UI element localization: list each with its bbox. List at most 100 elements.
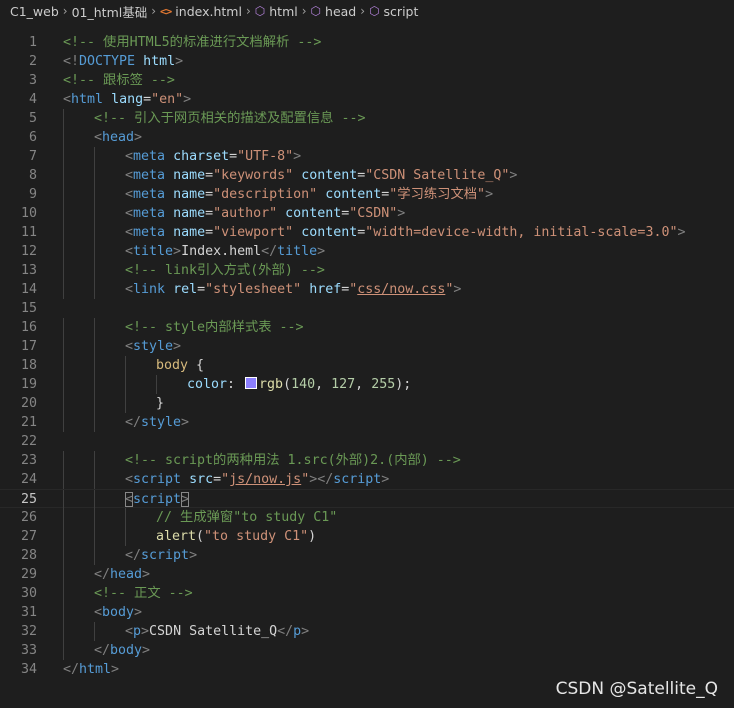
code-line[interactable]: 15 (0, 299, 734, 318)
line-text: <html lang="en"> (63, 90, 191, 109)
code-line[interactable]: 1 <!-- 使用HTML5的标准进行文档解析 --> (0, 33, 734, 52)
code-line[interactable]: 24 <script src="js/now.js"></script> (0, 470, 734, 489)
code-token: = (205, 225, 214, 240)
code-token: "UTF-8" (237, 149, 294, 164)
code-line[interactable]: 29 </head> (0, 565, 734, 584)
indent-guide (63, 584, 64, 603)
code-line[interactable]: 8 <meta name="keywords" content="CSDN Sat… (0, 166, 734, 185)
code-token: style (133, 339, 174, 354)
indent-guide (63, 451, 64, 470)
code-token: href (309, 282, 342, 297)
line-text: <!-- script的两种用法 1.src(外部)2.(内部) --> (125, 451, 461, 470)
code-line[interactable]: 20} (0, 394, 734, 413)
code-line[interactable]: 26 // 生成弹窗"to study C1" (0, 508, 734, 527)
code-line[interactable]: 21 </style> (0, 413, 734, 432)
breadcrumb-label: script (383, 3, 419, 19)
code-area[interactable]: 1 <!-- 使用HTML5的标准进行文档解析 --> 2 <!DOCTYPE htm… (0, 33, 734, 679)
code-line[interactable]: 12 <title>Index.heml</title> (0, 242, 734, 261)
code-token: body (102, 605, 135, 620)
indent-guide (63, 318, 64, 337)
code-token: , (355, 377, 372, 392)
code-line[interactable]: 25 <script> (0, 489, 734, 509)
code-token: <!-- script的两种用法 1.src(外部)2.(内部) --> (125, 453, 461, 468)
code-token: css/now.css (357, 282, 446, 297)
color-swatch-icon[interactable] (245, 377, 258, 389)
line-text: <style> (125, 337, 181, 356)
code-token: </ (94, 643, 111, 658)
line-text: <!-- 引入于网页相关的描述及配置信息 --> (94, 109, 366, 128)
code-token: > (181, 415, 190, 430)
code-line[interactable]: 28 </script> (0, 546, 734, 565)
line-number: 19 (20, 377, 37, 392)
line-text: <!-- link引入方式(外部) --> (125, 261, 325, 280)
code-line[interactable]: 23 <!-- script的两种用法 1.src(外部)2.(内部) --> (0, 451, 734, 470)
code-line[interactable]: 17 <style> (0, 337, 734, 356)
code-token: < (63, 92, 72, 107)
indent-guide (63, 109, 64, 128)
code-editor[interactable]: C1_web › 01_html基础 › <> index.html › ⬡ html › ⬡ hea… (0, 0, 734, 708)
line-text: <meta name="viewport" content="width=dev… (125, 223, 685, 242)
indent-guide (125, 356, 126, 375)
code-token: ) (308, 529, 317, 544)
line-number: 24 (20, 472, 37, 487)
code-line[interactable]: 2 <!DOCTYPE html> (0, 52, 734, 71)
indent-guide (94, 242, 95, 261)
line-text: color: rgb(140, 127, 255); (187, 375, 411, 394)
code-token: head (110, 567, 143, 582)
breadcrumb-item[interactable]: 01_html基础 (72, 2, 148, 21)
line-number: 1 (28, 35, 37, 50)
code-line[interactable]: 31 <body> (0, 603, 734, 622)
html-file-icon: <> (160, 4, 172, 18)
code-line[interactable]: 18 body { (0, 356, 734, 375)
code-token: ( (196, 529, 205, 544)
code-token: "width=device-width, initial-scale=3.0" (365, 225, 678, 240)
breadcrumb-item[interactable]: ⬡ head (311, 4, 357, 19)
code-line[interactable]: 11 <meta name="viewport" content="width=d… (0, 223, 734, 242)
code-line[interactable]: 30 <!-- 正文 --> (0, 584, 734, 603)
indent-guide (94, 337, 95, 356)
line-number: 20 (20, 396, 37, 411)
code-token: 255 (371, 377, 396, 392)
line-text: <!-- 使用HTML5的标准进行文档解析 --> (63, 33, 321, 52)
code-token: meta (133, 187, 166, 202)
code-token: > (509, 168, 518, 183)
chevron-right-icon: › (151, 4, 157, 18)
code-line[interactable]: 19 color: rgb(140, 127, 255); (0, 375, 734, 394)
breadcrumb: C1_web › 01_html基础 › <> index.html › ⬡ html › ⬡ hea… (0, 0, 734, 22)
code-token: </ (63, 662, 80, 677)
code-line[interactable]: 5 <!-- 引入于网页相关的描述及配置信息 --> (0, 109, 734, 128)
code-line[interactable]: 16 <!-- style内部样式表 --> (0, 318, 734, 337)
code-line[interactable]: 7 <meta charset="UTF-8"> (0, 147, 734, 166)
code-token: < (125, 244, 134, 259)
code-line[interactable]: 9 <meta name="description" content="学习练习文… (0, 185, 734, 204)
code-token: "学习练习文档" (389, 187, 486, 202)
indent-guide (94, 204, 95, 223)
code-line[interactable]: 6 <head> (0, 128, 734, 147)
indent-guide (94, 451, 95, 470)
code-line[interactable]: 34 </html> (0, 660, 734, 679)
line-number: 10 (20, 206, 37, 221)
breadcrumb-item[interactable]: ⬡ html (255, 4, 298, 19)
code-token: > (181, 492, 190, 507)
indent-guide (125, 375, 126, 394)
code-line[interactable]: 4 <html lang="en"> (0, 90, 734, 109)
code-line[interactable]: 27 alert("to study C1") (0, 527, 734, 546)
breadcrumb-item[interactable]: C1_web (10, 4, 59, 19)
code-line[interactable]: 22 (0, 432, 734, 451)
indent-guide (63, 565, 64, 584)
code-line[interactable]: 14 <link rel="stylesheet" href="css/now.c… (0, 280, 734, 299)
code-token: "description" (213, 187, 318, 202)
breadcrumb-item[interactable]: <> index.html (160, 4, 242, 19)
code-token: CSDN Satellite_Q (149, 624, 278, 639)
code-token: meta (133, 225, 166, 240)
code-line[interactable]: 10 <meta name="author" content="CSDN"> (0, 204, 734, 223)
line-text: alert("to study C1") (156, 527, 316, 546)
code-line[interactable]: 33 </body> (0, 641, 734, 660)
code-line[interactable]: 13 <!-- link引入方式(外部) --> (0, 261, 734, 280)
breadcrumb-item[interactable]: ⬡ script (369, 4, 418, 19)
code-line[interactable]: 32 <p>CSDN Satellite_Q</p> (0, 622, 734, 641)
code-line[interactable]: 3 <!-- 跟标签 --> (0, 71, 734, 90)
